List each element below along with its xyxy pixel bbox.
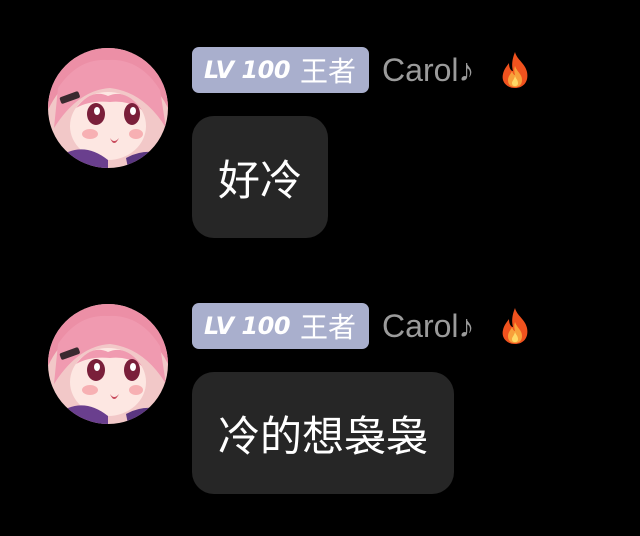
anime-girl-avatar-icon bbox=[48, 48, 168, 168]
anime-girl-avatar-icon bbox=[48, 304, 168, 424]
username[interactable]: Carol♪ bbox=[382, 308, 474, 345]
message-text: 好冷 bbox=[218, 155, 303, 205]
message-bubble[interactable]: 冷的想袅袅 bbox=[192, 372, 455, 494]
avatar[interactable] bbox=[48, 48, 168, 168]
level-text: LV 100 bbox=[204, 56, 291, 84]
fire-icon bbox=[502, 52, 527, 88]
level-badge[interactable]: LV 100 王者 bbox=[192, 47, 370, 93]
message-text: 冷的想袅袅 bbox=[218, 411, 429, 461]
chat-message: LV 100 王者 Carol♪ 好冷 bbox=[0, 40, 640, 260]
message-header: LV 100 王者 Carol♪ bbox=[192, 303, 533, 349]
level-text: LV 100 bbox=[204, 312, 291, 340]
fire-icon bbox=[502, 308, 527, 344]
avatar[interactable] bbox=[48, 304, 168, 424]
chat-message: LV 100 王者 Carol♪ 冷的想袅袅 bbox=[0, 296, 640, 516]
message-bubble[interactable]: 好冷 bbox=[192, 116, 329, 238]
message-header: LV 100 王者 Carol♪ bbox=[192, 47, 533, 93]
username[interactable]: Carol♪ bbox=[382, 52, 474, 89]
level-title: 王者 bbox=[300, 311, 357, 344]
level-badge[interactable]: LV 100 王者 bbox=[192, 303, 370, 349]
level-title: 王者 bbox=[300, 55, 357, 88]
